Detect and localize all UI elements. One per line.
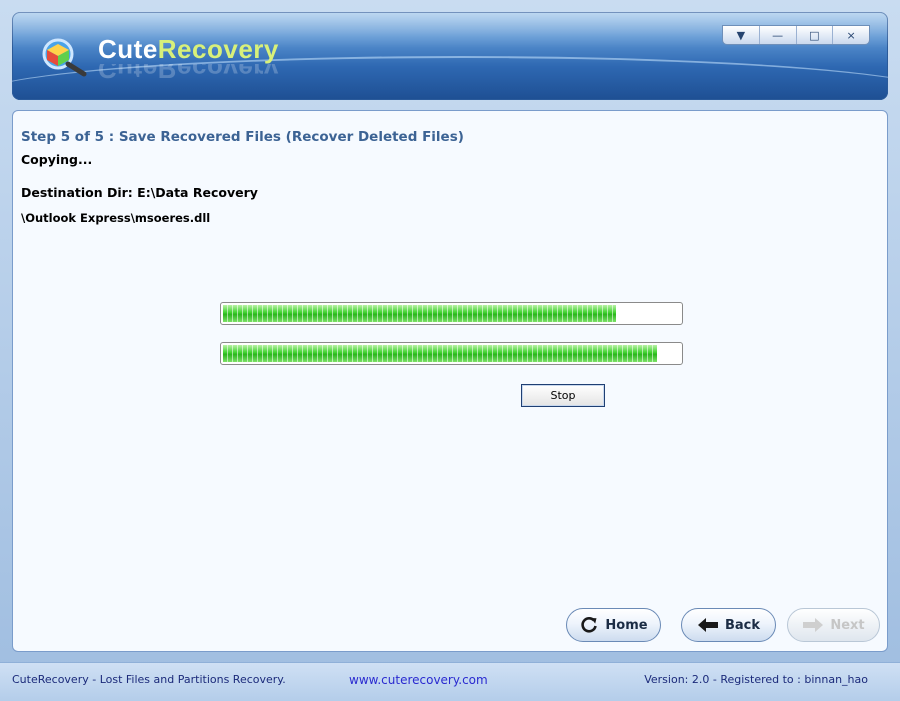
destination-row: Destination Dir: E:\Data Recovery bbox=[21, 185, 258, 200]
app-logo-text: CuteRecovery bbox=[98, 34, 279, 65]
destination-value: E:\Data Recovery bbox=[137, 185, 258, 200]
status-footer: CuteRecovery - Lost Files and Partitions… bbox=[0, 662, 900, 701]
logo-word-recovery: Recovery bbox=[157, 34, 279, 64]
minimize-button[interactable]: — bbox=[758, 26, 796, 44]
destination-label: Destination Dir: bbox=[21, 185, 133, 200]
total-progress-fill bbox=[223, 345, 658, 362]
total-progress-bar bbox=[220, 342, 683, 365]
footer-website-link[interactable]: www.cuterecovery.com bbox=[349, 673, 488, 687]
home-button-label: Home bbox=[605, 617, 648, 633]
file-progress-bar bbox=[220, 302, 683, 325]
next-button-label: Next bbox=[830, 617, 865, 633]
arrow-left-icon bbox=[697, 617, 719, 633]
step-title: Step 5 of 5 : Save Recovered Files (Reco… bbox=[21, 129, 464, 145]
back-button[interactable]: Back bbox=[681, 608, 776, 642]
status-text: Copying... bbox=[21, 152, 93, 167]
footer-app-description: CuteRecovery - Lost Files and Partitions… bbox=[12, 673, 286, 686]
menu-dropdown-button[interactable]: ▼ bbox=[723, 26, 759, 44]
logo-word-cute: Cute bbox=[98, 34, 158, 64]
logo-reflection: CuteRecovery bbox=[98, 64, 279, 84]
maximize-button[interactable]: □ bbox=[795, 26, 833, 44]
app-header: CuteRecovery CuteRecovery ▼ — □ × bbox=[12, 12, 888, 100]
next-button[interactable]: Next bbox=[787, 608, 880, 642]
close-button[interactable]: × bbox=[832, 26, 869, 44]
app-window: CuteRecovery CuteRecovery ▼ — □ × Step 5… bbox=[0, 0, 900, 701]
magnifier-logo-icon bbox=[42, 38, 87, 77]
window-controls: ▼ — □ × bbox=[722, 25, 870, 45]
arrow-right-icon bbox=[802, 617, 824, 633]
back-button-label: Back bbox=[724, 617, 761, 633]
current-file-path: \Outlook Express\msoeres.dll bbox=[21, 211, 211, 225]
stop-button[interactable]: Stop bbox=[521, 384, 605, 407]
home-button[interactable]: Home bbox=[566, 608, 661, 642]
refresh-icon bbox=[579, 615, 599, 635]
main-panel: Step 5 of 5 : Save Recovered Files (Reco… bbox=[12, 110, 888, 652]
file-progress-fill bbox=[223, 305, 617, 322]
footer-version-info: Version: 2.0 - Registered to : binnan_ha… bbox=[644, 673, 868, 686]
